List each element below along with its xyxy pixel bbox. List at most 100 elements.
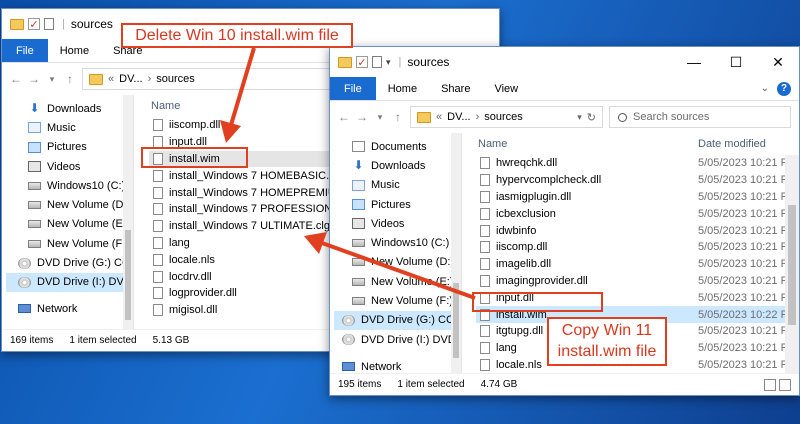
check-icon[interactable]: ✓ xyxy=(356,56,368,69)
drive-icon xyxy=(352,239,365,248)
refresh-icon[interactable]: ↻ xyxy=(587,111,596,124)
nav-item-pictures[interactable]: Pictures xyxy=(6,138,133,157)
nav-item-videos[interactable]: Videos xyxy=(6,157,133,176)
column-headers: Name Date modified xyxy=(476,133,799,155)
drive-icon xyxy=(352,277,365,286)
large-icons-view-icon[interactable] xyxy=(779,378,791,391)
nav-item-drive-e[interactable]: New Volume (E:) xyxy=(334,272,461,291)
address-segment-drive[interactable]: DV... xyxy=(119,73,142,85)
nav-item-drive-f[interactable]: New Volume (F:) xyxy=(334,291,461,310)
address-segment-drive[interactable]: DV... xyxy=(447,111,470,123)
nav-scrollbar-thumb[interactable] xyxy=(125,230,131,320)
file-row[interactable]: hypervcomplcheck.dll 5/05/2023 10:21 PM xyxy=(476,172,799,189)
nav-scrollbar[interactable] xyxy=(123,95,133,351)
nav-item-label: Videos xyxy=(47,160,81,173)
nav-item-music[interactable]: Music xyxy=(334,176,461,195)
back-tab-file[interactable]: File xyxy=(2,39,48,62)
close-button[interactable]: ✕ xyxy=(757,47,799,77)
maximize-button[interactable]: ☐ xyxy=(715,47,757,77)
chevron-down-icon[interactable]: ▾ xyxy=(374,112,386,123)
file-name: iiscomp.dll xyxy=(169,119,221,132)
file-list-scrollbar-thumb[interactable] xyxy=(788,205,796,325)
nav-item-drive-g[interactable]: DVD Drive (G:) CC xyxy=(6,253,133,272)
nav-item-pictures[interactable]: Pictures xyxy=(334,195,461,214)
drive-icon xyxy=(352,297,365,306)
nav-item-downloads[interactable]: ⬇ Downloads xyxy=(6,99,133,118)
music-icon xyxy=(352,179,365,191)
nav-item-drive-d[interactable]: New Volume (D:) xyxy=(334,253,461,272)
help-icon[interactable]: ? xyxy=(777,81,791,96)
chevron-down-icon[interactable]: ▾ xyxy=(46,74,58,85)
nav-item-drive-c[interactable]: Windows10 (C:) xyxy=(334,233,461,252)
file-row[interactable]: iiscomp.dll 5/05/2023 10:21 PM xyxy=(476,239,799,256)
front-tab-view[interactable]: View xyxy=(482,77,530,100)
nav-item-label: DVD Drive (I:) DVD xyxy=(37,276,132,289)
nav-item-documents[interactable]: Documents xyxy=(334,137,461,156)
column-header-name[interactable]: Name xyxy=(476,138,507,150)
file-icon xyxy=(153,270,163,283)
front-tab-home[interactable]: Home xyxy=(376,77,429,100)
check-icon[interactable]: ✓ xyxy=(28,18,40,31)
document-icon[interactable] xyxy=(44,18,54,30)
front-tab-share[interactable]: Share xyxy=(429,77,482,100)
file-icon xyxy=(480,190,490,203)
file-list-scrollbar[interactable] xyxy=(785,155,799,381)
address-segment-sources[interactable]: sources xyxy=(484,111,523,123)
file-date: 5/05/2023 10:21 PM xyxy=(698,258,798,271)
file-row[interactable]: icbexclusion 5/05/2023 10:21 PM xyxy=(476,205,799,222)
back-tab-home[interactable]: Home xyxy=(48,39,101,62)
file-icon xyxy=(153,169,163,182)
front-tab-file[interactable]: File xyxy=(330,77,376,100)
nav-item-drive-f[interactable]: New Volume (F:) xyxy=(6,234,133,253)
minimize-button[interactable]: — xyxy=(673,47,715,77)
up-icon[interactable]: ↑ xyxy=(64,72,76,86)
nav-item-music[interactable]: Music xyxy=(6,118,133,137)
file-name: hypervcomplcheck.dll xyxy=(496,174,602,187)
back-icon[interactable]: ← xyxy=(338,110,350,124)
nav-item-downloads[interactable]: ⬇ Downloads xyxy=(334,156,461,175)
details-view-icon[interactable] xyxy=(764,378,776,391)
forward-icon[interactable]: → xyxy=(28,72,40,86)
download-icon: ⬇ xyxy=(29,101,40,116)
file-date: 5/05/2023 10:21 PM xyxy=(698,325,798,338)
nav-item-videos[interactable]: Videos xyxy=(334,214,461,233)
nav-scrollbar-thumb[interactable] xyxy=(453,283,459,358)
front-address-bar[interactable]: « DV... › sources ▾ ↻ xyxy=(410,106,603,128)
file-name: imagelib.dll xyxy=(496,258,552,271)
file-date: 5/05/2023 10:21 PM xyxy=(698,157,798,170)
chevron-down-icon[interactable]: ▾ xyxy=(386,57,391,68)
file-row[interactable]: hwreqchk.dll 5/05/2023 10:21 PM xyxy=(476,155,799,172)
chevron-down-icon[interactable]: ▾ xyxy=(577,112,582,123)
nav-item-label: Windows10 (C:) xyxy=(47,179,126,192)
nav-item-drive-d[interactable]: New Volume (D:) xyxy=(6,195,133,214)
status-selected: 1 item selected xyxy=(69,335,137,346)
drive-icon xyxy=(28,220,41,229)
column-header-date[interactable]: Date modified xyxy=(698,138,766,150)
chevron-down-icon[interactable]: ⌄ xyxy=(761,83,769,94)
forward-icon[interactable]: → xyxy=(356,110,368,124)
nav-item-drive-g[interactable]: DVD Drive (G:) CC xyxy=(334,310,461,330)
nav-item-label: Downloads xyxy=(371,159,426,172)
document-icon[interactable] xyxy=(372,56,382,68)
file-icon xyxy=(153,203,163,216)
up-icon[interactable]: ↑ xyxy=(392,110,404,124)
nav-scrollbar[interactable] xyxy=(451,133,461,381)
music-icon xyxy=(28,122,41,134)
file-name: migisol.dll xyxy=(169,304,218,317)
file-row[interactable]: imagelib.dll 5/05/2023 10:21 PM xyxy=(476,256,799,273)
nav-item-drive-e[interactable]: New Volume (E:) xyxy=(6,215,133,234)
nav-item-drive-i[interactable]: DVD Drive (I:) DVD xyxy=(6,272,133,292)
front-search-box[interactable]: Search sources xyxy=(609,106,791,128)
nav-item-drive-c[interactable]: Windows10 (C:) xyxy=(6,176,133,195)
address-segment-sources[interactable]: sources xyxy=(156,73,195,85)
search-icon xyxy=(618,112,627,122)
nav-item-network[interactable]: Network xyxy=(6,299,133,318)
network-icon xyxy=(342,362,355,372)
file-row[interactable]: iasmigplugin.dll 5/05/2023 10:21 PM xyxy=(476,189,799,206)
back-icon[interactable]: ← xyxy=(10,72,22,86)
toolbar-separator: | xyxy=(398,56,402,68)
nav-item-drive-i[interactable]: DVD Drive (I:) DVD xyxy=(334,330,461,349)
file-row[interactable]: idwbinfo 5/05/2023 10:21 PM xyxy=(476,222,799,239)
nav-item-label: DVD Drive (I:) DVD xyxy=(361,333,456,346)
file-row[interactable]: imagingprovider.dll 5/05/2023 10:21 PM xyxy=(476,273,799,290)
